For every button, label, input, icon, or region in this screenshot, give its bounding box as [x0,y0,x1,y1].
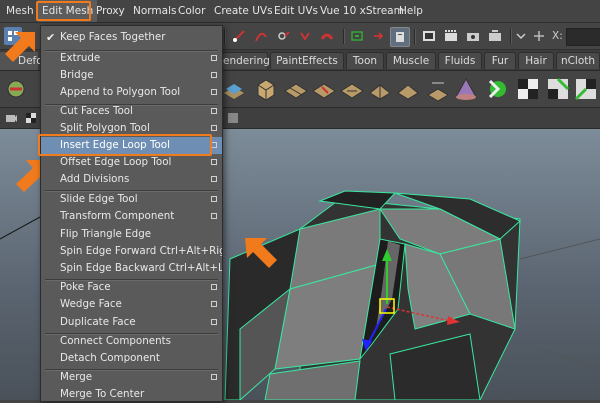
menu-item-transform-component[interactable]: Transform Component [41,208,222,225]
option-box-icon[interactable] [211,159,217,165]
option-box-icon[interactable] [211,89,217,95]
extrude-face-icon[interactable] [220,75,248,103]
menu-item-cut-faces-tool[interactable]: Cut Faces Tool [41,103,222,120]
menu-item-spin-edge-backward[interactable]: Spin Edge Backward Ctrl+Alt+Left [41,260,222,277]
menu-normals[interactable]: Normals [133,0,176,22]
menu-item-connect-components[interactable]: Connect Components [41,333,222,350]
arrow-annotation-viewport-icon [245,238,277,268]
menu-item-spin-edge-forward[interactable]: Spin Edge Forward Ctrl+Alt+Right [41,243,222,260]
menu-edit-uvs[interactable]: Edit UVs [274,0,318,22]
menu-item-merge[interactable]: Merge [41,369,222,386]
menu-item-slide-edge-tool[interactable]: Slide Edge Tool [41,191,222,208]
construction-history-icon[interactable] [390,27,410,47]
option-box-icon[interactable] [211,374,217,380]
option-box-icon[interactable] [211,125,217,131]
menu-mesh[interactable]: Mesh [6,0,34,22]
option-box-icon[interactable] [211,213,217,219]
menu-help[interactable]: Help [399,0,423,22]
menu-color[interactable]: Color [178,0,205,22]
option-box-icon[interactable] [211,108,217,114]
menu-proxy[interactable]: Proxy [96,0,125,22]
render-frame-icon[interactable] [442,27,460,45]
shortcut-text: Ctrl+Alt+Right [159,245,222,257]
render-settings-icon[interactable] [486,27,504,45]
option-box-icon[interactable] [211,301,217,307]
snap-grid-icon[interactable] [230,27,248,45]
input-output-icon[interactable] [370,27,388,45]
grid-toggle-icon[interactable] [224,109,242,127]
render-view-icon[interactable] [420,27,438,45]
snap-point-icon[interactable] [274,27,292,45]
menu-item-extrude[interactable]: Extrude [41,50,222,67]
checkmark-icon: ✔ [46,31,56,44]
cube-icon[interactable] [252,75,280,103]
checker-uv-icon[interactable] [514,75,542,103]
wedge-face-icon[interactable] [366,75,394,103]
snap-surface-icon[interactable] [318,27,336,45]
menu-item-wedge-face[interactable]: Wedge Face [41,296,222,313]
tab-muscle[interactable]: Muscle [386,52,436,69]
menu-item-add-divisions[interactable]: Add Divisions [41,171,222,188]
menu-item-bridge[interactable]: Bridge [41,67,222,84]
menu-item-poke-face[interactable]: Poke Face [41,279,222,296]
camera-icon[interactable] [2,109,20,127]
tab-painteffects[interactable]: PaintEffects [270,52,344,69]
option-box-icon[interactable] [211,72,217,78]
menu-item-duplicate-face[interactable]: Duplicate Face [41,314,222,331]
cylindrical-map-icon[interactable] [572,75,600,103]
menu-item-append-to-polygon-tool[interactable]: Append to Polygon Tool [41,84,222,101]
menu-item-flip-triangle-edge[interactable]: Flip Triangle Edge [41,226,222,243]
shelf-menu-icon[interactable] [4,75,32,103]
edit-mesh-dropdown-menu: ✔ Keep Faces Together Extrude Bridge App… [40,25,223,402]
insert-edge-loop-highlight-box [38,134,212,156]
option-box-icon[interactable] [211,55,217,61]
menu-item-detach-component[interactable]: Detach Component [41,350,222,367]
bevel-icon[interactable] [310,75,338,103]
smooth-icon[interactable] [424,75,452,103]
tab-ncloth[interactable]: nCloth [556,52,600,69]
tab-rendering[interactable]: endering [222,52,270,69]
option-box-icon[interactable] [211,176,217,182]
poke-face-icon[interactable] [394,75,422,103]
menu-item-keep-faces-together[interactable]: ✔ Keep Faces Together [41,29,222,46]
tab-fluids[interactable]: Fluids [438,52,482,69]
shortcut-text: Ctrl+Alt+Left [168,262,222,274]
x-coordinate-field[interactable] [566,28,600,46]
option-box-icon[interactable] [211,284,217,290]
snap-view-icon[interactable] [296,27,314,45]
menu-item-offset-edge-loop-tool[interactable]: Offset Edge Loop Tool [41,154,222,171]
option-box-icon[interactable] [211,196,217,202]
menu-create-uvs[interactable]: Create UVs [214,0,273,22]
append-polygon-icon[interactable] [338,75,366,103]
soft-select-icon[interactable] [484,75,512,103]
tab-hair[interactable]: Hair [518,52,554,69]
planar-map-icon[interactable] [544,75,572,103]
snap-curve-icon[interactable] [252,27,270,45]
plane-split-icon[interactable] [282,75,310,103]
checker-view-icon[interactable] [22,109,40,127]
history-icon[interactable] [348,27,366,45]
cone-icon[interactable] [452,75,480,103]
edit-mesh-highlight-box [36,1,91,21]
arrow-annotation-menubar-icon [5,32,35,62]
menu-vue-xstream[interactable]: Vue 10 xStream [320,0,404,22]
tab-fur[interactable]: Fur [484,52,516,69]
input-mode-dropdown-icon[interactable] [514,27,528,45]
absolute-transform-icon[interactable] [530,27,548,45]
tab-toon[interactable]: Toon [346,52,384,69]
x-field-label: X: [552,30,563,42]
option-box-icon[interactable] [211,319,217,325]
ipr-render-icon[interactable] [464,27,482,45]
